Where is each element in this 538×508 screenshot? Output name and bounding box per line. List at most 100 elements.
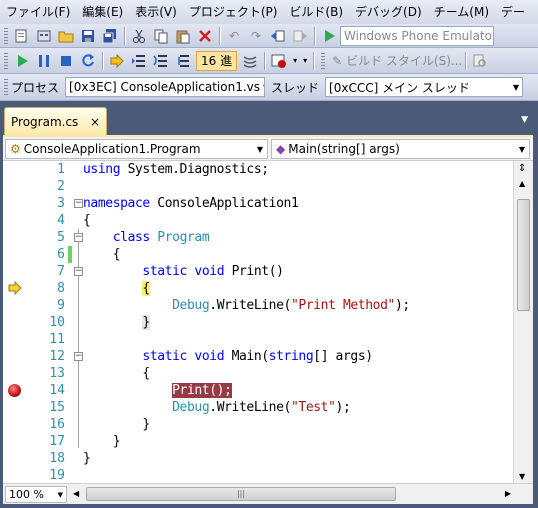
code-text: } bbox=[83, 433, 121, 450]
build-style-icon: ✎ bbox=[332, 53, 343, 68]
menu-build[interactable]: ビルド(B) bbox=[283, 0, 349, 24]
menu-project[interactable]: プロジェクト(P) bbox=[183, 0, 284, 24]
build-style-button[interactable]: ビルド スタイル(S)... bbox=[346, 52, 462, 69]
menu-data[interactable]: デー bbox=[495, 0, 531, 24]
navigation-bar: ⚙ ConsoleApplication1.Program ▼ ◆ Main(s… bbox=[3, 137, 533, 161]
hexadecimal-display-button[interactable]: 16 進 bbox=[196, 50, 238, 71]
code-token: ); bbox=[394, 298, 410, 313]
show-threads-icon[interactable] bbox=[240, 51, 260, 71]
collapse-icon[interactable]: − bbox=[74, 352, 83, 361]
deploy-target-dropdown[interactable]: Windows Phone Emulator bbox=[340, 25, 494, 46]
copy-icon[interactable] bbox=[151, 26, 171, 46]
tab-list-dropdown-icon[interactable]: ▼ bbox=[521, 115, 528, 125]
step-into-icon[interactable] bbox=[129, 51, 149, 71]
scroll-up-icon[interactable]: ▲ bbox=[519, 179, 525, 188]
line-number: 6 bbox=[57, 247, 65, 262]
close-icon[interactable]: × bbox=[90, 115, 100, 129]
code-line: 11 bbox=[3, 331, 513, 348]
string-literal: "Test" bbox=[290, 400, 336, 415]
step-over-icon[interactable] bbox=[151, 51, 171, 71]
code-line: 14 Print(); bbox=[3, 382, 513, 399]
collapse-icon[interactable]: − bbox=[74, 199, 83, 208]
tab-program-cs[interactable]: Program.cs × bbox=[4, 107, 107, 135]
code-area[interactable]: 1 using System.Diagnostics; 2 3 − namesp… bbox=[3, 161, 513, 483]
type-dropdown[interactable]: ⚙ ConsoleApplication1.Program ▼ bbox=[5, 139, 268, 159]
breakpoint-icon[interactable] bbox=[8, 384, 21, 397]
stop-debugging-icon[interactable] bbox=[56, 51, 76, 71]
horizontal-scrollbar[interactable]: ◀ ||| ▶ bbox=[71, 486, 513, 503]
save-icon[interactable] bbox=[78, 26, 98, 46]
cut-icon[interactable] bbox=[129, 26, 149, 46]
code-line: 4 { bbox=[3, 212, 513, 229]
process-dropdown[interactable]: [0x3EC] ConsoleApplication1.vs▼ bbox=[65, 77, 266, 97]
navigate-forward-icon[interactable] bbox=[290, 26, 310, 46]
standard-toolbar: ↶ ↷ Windows Phone Emulator bbox=[0, 24, 538, 48]
toolbar-grip[interactable] bbox=[4, 79, 8, 95]
string-literal: "Print Method" bbox=[290, 298, 395, 313]
code-text: static void Main(string[] args) bbox=[83, 348, 373, 365]
show-next-statement-icon[interactable] bbox=[107, 51, 127, 71]
document-tab-strip: Program.cs × ▼ bbox=[0, 101, 538, 135]
member-dropdown[interactable]: ◆ Main(string[] args) ▼ bbox=[271, 139, 530, 159]
menu-team[interactable]: チーム(M) bbox=[428, 0, 495, 24]
split-window-icon[interactable]: ⇕ bbox=[518, 163, 526, 174]
thread-label: スレッド bbox=[271, 80, 320, 95]
delete-icon[interactable] bbox=[195, 26, 215, 46]
breakpoints-window-icon[interactable] bbox=[269, 51, 289, 71]
break-all-icon[interactable] bbox=[34, 51, 54, 71]
line-number: 19 bbox=[49, 468, 65, 483]
separator bbox=[314, 26, 315, 45]
toolbar-options-icon[interactable]: ▾ bbox=[301, 51, 309, 71]
scroll-left-icon[interactable]: ◀ bbox=[73, 489, 79, 498]
scroll-right-icon[interactable]: ▶ bbox=[505, 489, 511, 498]
toolbar-grip[interactable] bbox=[4, 27, 8, 44]
code-editor: ⚙ ConsoleApplication1.Program ▼ ◆ Main(s… bbox=[3, 135, 533, 504]
menu-view[interactable]: 表示(V) bbox=[129, 0, 183, 24]
line-number: 3 bbox=[57, 196, 65, 211]
keyword: static bbox=[142, 349, 187, 364]
restart-icon[interactable] bbox=[78, 51, 98, 71]
line-number: 17 bbox=[49, 434, 65, 449]
zoom-dropdown[interactable]: 100 % ▼ bbox=[5, 486, 67, 503]
line-number: 15 bbox=[49, 400, 65, 415]
menu-debug[interactable]: デバッグ(D) bbox=[349, 0, 428, 24]
line-number: 2 bbox=[57, 179, 65, 194]
menu-edit[interactable]: 編集(E) bbox=[76, 0, 129, 24]
separator bbox=[124, 26, 125, 45]
line-number: 12 bbox=[49, 349, 65, 364]
code-token: } bbox=[142, 417, 150, 432]
new-project-icon[interactable] bbox=[12, 26, 32, 46]
code-text: using System.Diagnostics; bbox=[83, 161, 269, 178]
add-item-icon[interactable] bbox=[34, 26, 54, 46]
code-line: 7 − static void Print() bbox=[3, 263, 513, 280]
start-debugging-icon[interactable] bbox=[319, 26, 339, 46]
scroll-down-icon[interactable]: ▼ bbox=[519, 472, 525, 481]
vertical-scrollbar[interactable]: ⇕ ▲ ▼ bbox=[513, 161, 533, 483]
vertical-scrollbar-thumb[interactable] bbox=[517, 199, 530, 311]
toolbar-grip[interactable] bbox=[4, 52, 8, 69]
find-icon[interactable] bbox=[470, 51, 490, 71]
debug-toolbar: 16 進 ▾ ▾ ✎ ビルド スタイル(S)... bbox=[0, 48, 538, 74]
paste-icon[interactable] bbox=[173, 26, 193, 46]
horizontal-scrollbar-thumb[interactable]: ||| bbox=[86, 487, 396, 501]
thread-dropdown[interactable]: [0xCCC] メイン スレッド ▼ bbox=[325, 77, 524, 97]
toolbar-grip[interactable] bbox=[321, 52, 326, 69]
menu-file[interactable]: ファイル(F) bbox=[0, 0, 76, 24]
save-all-icon[interactable] bbox=[100, 26, 120, 46]
dropdown-arrow-icon[interactable]: ▾ bbox=[291, 51, 299, 71]
step-out-icon[interactable] bbox=[173, 51, 193, 71]
code-text: Print(); bbox=[83, 382, 232, 399]
code-line: 16 } bbox=[3, 416, 513, 433]
navigate-backward-icon[interactable] bbox=[268, 26, 288, 46]
collapse-icon[interactable]: − bbox=[74, 233, 83, 242]
code-line: 9 Debug.WriteLine("Print Method"); bbox=[3, 297, 513, 314]
continue-icon[interactable] bbox=[12, 51, 32, 71]
separator bbox=[264, 51, 266, 70]
collapse-icon[interactable]: − bbox=[74, 267, 83, 276]
redo-icon[interactable]: ↷ bbox=[246, 26, 266, 46]
code-line: 2 bbox=[3, 178, 513, 195]
line-number: 16 bbox=[49, 417, 65, 432]
undo-icon[interactable]: ↶ bbox=[224, 26, 244, 46]
open-folder-icon[interactable] bbox=[56, 26, 76, 46]
code-token: ConsoleApplication1 bbox=[149, 196, 299, 211]
